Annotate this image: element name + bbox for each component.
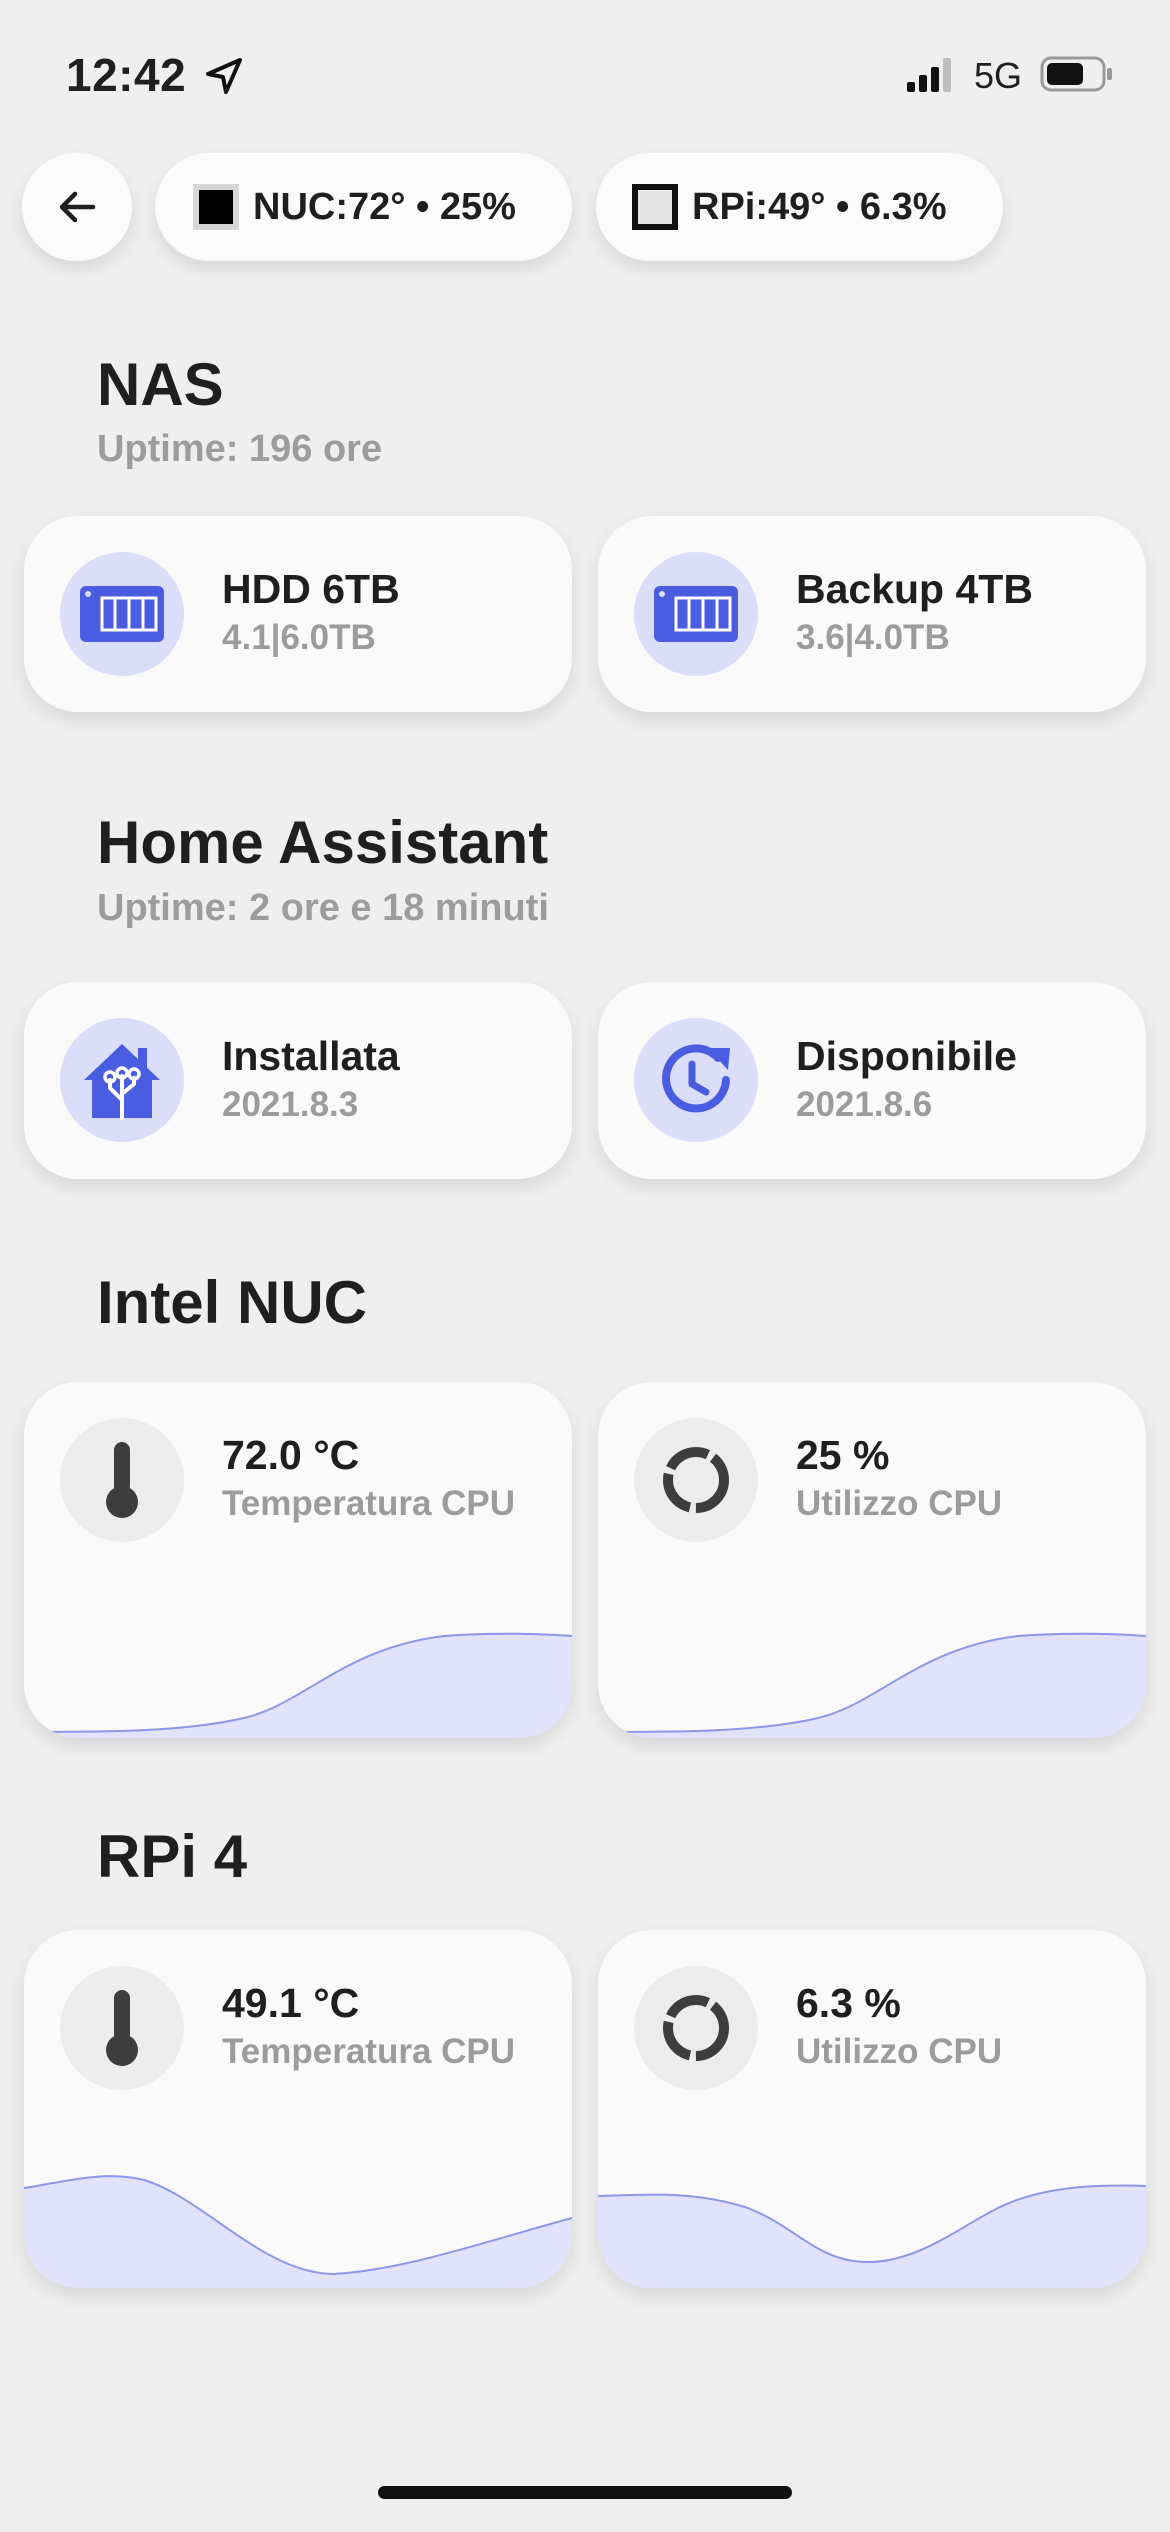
cpu-load-icon xyxy=(634,1966,758,2090)
card-subtitle: Utilizzo CPU xyxy=(796,2032,1003,2071)
card-title: HDD 6TB xyxy=(222,566,400,612)
card-title: 72.0 °C xyxy=(222,1432,360,1478)
rpi-status-chip[interactable]: RPi:49° • 6.3% xyxy=(596,153,1003,261)
card-subtitle: 3.6|4.0TB xyxy=(796,618,950,657)
rpi-chip-icon xyxy=(632,184,678,230)
card-subtitle: Utilizzo CPU xyxy=(796,1484,1003,1523)
nas-section-title: NAS xyxy=(97,351,224,418)
location-arrow-icon xyxy=(206,58,242,94)
nas-uptime: Uptime: 196 ore xyxy=(97,428,383,470)
nuc-chip-icon xyxy=(193,184,239,230)
home-assistant-icon xyxy=(60,1018,184,1142)
card-subtitle: 4.1|6.0TB xyxy=(222,618,376,657)
card-title: 25 % xyxy=(796,1432,890,1478)
arrow-left-icon xyxy=(59,191,96,223)
card-title: Installata xyxy=(222,1033,400,1079)
intel-nuc-section-title: Intel NUC xyxy=(97,1269,367,1336)
home-assistant-section-title: Home Assistant xyxy=(97,809,549,876)
home-indicator[interactable] xyxy=(378,2486,792,2499)
nas-hdd-card[interactable]: HDD 6TB 4.1|6.0TB xyxy=(24,516,572,712)
nas-drive-icon xyxy=(60,552,184,676)
ha-available-card[interactable]: Disponibile 2021.8.6 xyxy=(598,982,1146,1179)
nuc-cpu-usage-card[interactable]: 25 % Utilizzo CPU xyxy=(598,1382,1146,1738)
card-subtitle: 2021.8.6 xyxy=(796,1085,933,1124)
nuc-chip-label: NUC:72° • 25% xyxy=(253,185,516,228)
rpi-cpu-usage-card[interactable]: 6.3 % Utilizzo CPU xyxy=(598,1930,1146,2288)
nuc-temperature-card[interactable]: 72.0 °C Temperatura CPU xyxy=(24,1382,572,1738)
card-title: Disponibile xyxy=(796,1033,1017,1079)
signal-bars-icon xyxy=(907,58,951,92)
battery-icon xyxy=(1040,56,1112,92)
card-title: 49.1 °C xyxy=(222,1980,360,2026)
nas-drive-icon xyxy=(634,552,758,676)
thermometer-icon xyxy=(60,1418,184,1542)
home-assistant-uptime: Uptime: 2 ore e 18 minuti xyxy=(97,887,549,929)
nuc-status-chip[interactable]: NUC:72° • 25% xyxy=(155,153,572,261)
status-time: 12:42 xyxy=(66,49,187,101)
update-clock-icon xyxy=(634,1018,758,1142)
card-title: 6.3 % xyxy=(796,1980,901,2026)
card-title: Backup 4TB xyxy=(796,566,1033,612)
card-subtitle: Temperatura CPU xyxy=(222,2032,516,2071)
network-type-label: 5G xyxy=(974,55,1023,96)
temperature-sparkline xyxy=(24,2175,572,2288)
temperature-sparkline xyxy=(24,1632,572,1738)
thermometer-icon xyxy=(60,1966,184,2090)
cpu-usage-sparkline xyxy=(598,2184,1146,2288)
cpu-usage-sparkline xyxy=(598,1632,1146,1738)
cpu-load-icon xyxy=(634,1418,758,1542)
rpi4-section-title: RPi 4 xyxy=(97,1823,248,1890)
card-subtitle: Temperatura CPU xyxy=(222,1484,516,1523)
back-button[interactable] xyxy=(22,153,132,261)
ha-installed-card[interactable]: Installata 2021.8.3 xyxy=(24,982,572,1179)
rpi-chip-label: RPi:49° • 6.3% xyxy=(692,185,947,228)
nas-backup-card[interactable]: Backup 4TB 3.6|4.0TB xyxy=(598,516,1146,712)
card-subtitle: 2021.8.3 xyxy=(222,1085,359,1124)
rpi-temperature-card[interactable]: 49.1 °C Temperatura CPU xyxy=(24,1930,572,2288)
